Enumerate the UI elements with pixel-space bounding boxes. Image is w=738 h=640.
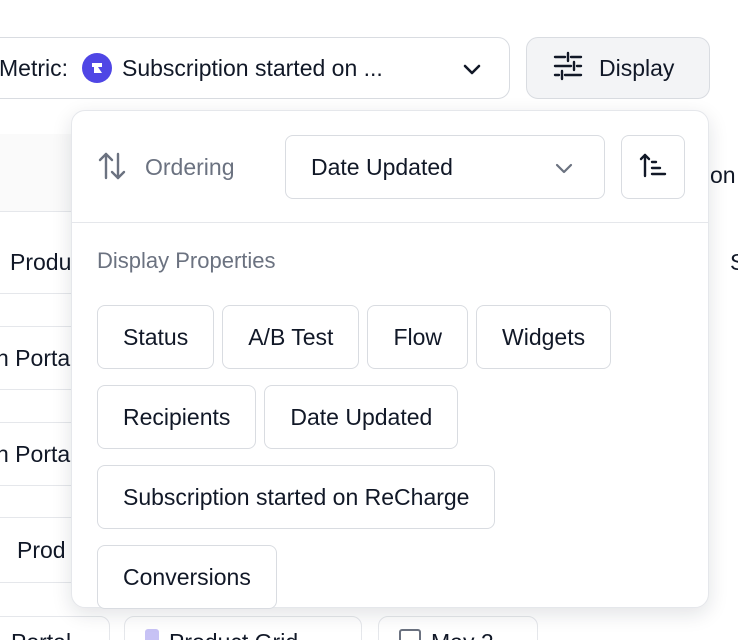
table-header-band [0,134,80,211]
property-chip-status[interactable]: Status [97,305,215,369]
metric-value: Subscription started on ... [122,54,383,81]
property-chip-widgets[interactable]: Widgets [476,305,612,369]
sliders-icon [553,51,583,86]
sort-ascending-icon [639,151,667,184]
table-cell: n Porta [0,345,71,371]
display-button[interactable]: Display [526,37,710,99]
property-chip-subscription-started[interactable]: Subscription started on ReCharge [97,465,496,529]
calendar-icon [399,629,421,640]
ordering-select[interactable]: Date Updated [285,135,605,199]
sort-arrows-icon [97,151,127,186]
chevron-down-icon [461,58,483,85]
display-label: Display [599,54,675,81]
ordering-row: Ordering Date Updated [72,111,708,223]
table-divider [0,389,80,390]
table-chip: May 2 [378,616,538,640]
metric-label: Metric: [0,54,68,81]
table-chip-label: May 2 [431,629,494,640]
display-properties-heading: Display Properties [97,248,276,273]
property-chip-conversions[interactable]: Conversions [97,545,277,609]
table-divider [0,326,80,327]
table-divider [0,293,80,294]
table-cell: n Porta [0,441,71,467]
metric-select[interactable]: Metric: Subscription started on ... [0,37,510,99]
table-chip: Portal [0,616,110,640]
table-cell: Produ [10,249,72,275]
table-divider [0,422,80,423]
property-chip-ab-test[interactable]: A/B Test [222,305,360,369]
sort-direction-button[interactable] [621,135,685,199]
table-chip: Product Grid [124,616,362,640]
table-divider [0,582,80,583]
table-header-fragment: on [710,162,736,188]
table-divider [0,517,80,518]
ordering-label: Ordering [145,154,235,180]
recharge-logo-icon [82,53,112,83]
table-cell: Prod [17,537,66,563]
table-divider [0,211,80,212]
widget-icon [145,629,159,640]
property-chip-flow[interactable]: Flow [367,305,469,369]
display-properties-list: Status A/B Test Flow Widgets Recipients … [97,305,697,609]
ordering-select-value: Date Updated [311,153,453,180]
property-chip-recipients[interactable]: Recipients [97,385,257,449]
display-popover: Ordering Date Updated Display Properties… [71,110,709,609]
table-chip-label: Portal [11,629,71,640]
table-chip-label: Product Grid [169,629,298,640]
property-chip-date-updated[interactable]: Date Updated [264,385,459,449]
chevron-down-icon [554,158,574,183]
table-cell: S [730,249,738,275]
table-divider [0,485,80,486]
